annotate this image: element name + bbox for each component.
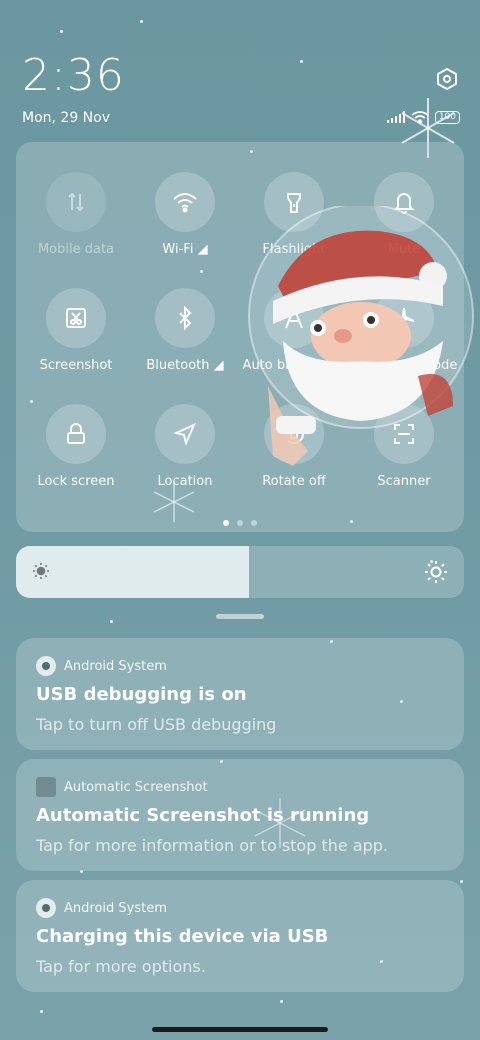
- tile-mobile-data[interactable]: Mobile data: [21, 172, 131, 257]
- date[interactable]: Mon, 29 Nov: [22, 110, 110, 126]
- notification-automatic-screenshot[interactable]: Automatic Screenshot Automatic Screensho…: [16, 759, 464, 871]
- panel-drag-handle[interactable]: [216, 614, 264, 619]
- tile-label: Screenshot: [39, 358, 113, 373]
- status-bar: 100: [386, 110, 460, 124]
- notification-title: Automatic Screenshot is running: [36, 805, 370, 826]
- notification-charging-usb[interactable]: Android System Charging this device via …: [16, 880, 464, 992]
- mobile-data-icon: [68, 192, 84, 212]
- signal-icon: [386, 111, 405, 123]
- notification-body: Tap for more options.: [36, 957, 206, 976]
- tile-label: Mobile data: [37, 242, 115, 257]
- notification-app-name: Automatic Screenshot: [64, 779, 208, 795]
- lock-icon: [67, 423, 85, 444]
- bluetooth-icon: [179, 306, 192, 330]
- tile-location[interactable]: Location: [130, 404, 240, 489]
- notification-title: Charging this device via USB: [36, 926, 329, 947]
- tile-screenshot[interactable]: Screenshot: [21, 288, 131, 373]
- page-indicator: [16, 520, 464, 526]
- app-square-icon: [36, 777, 56, 797]
- tile-label: Lock screen: [37, 474, 115, 489]
- wifi-status-icon: [411, 111, 429, 124]
- tile-label: Bluetooth ◢: [146, 358, 224, 373]
- battery-indicator: 100: [434, 110, 460, 124]
- tile-wifi[interactable]: Wi-Fi ◢: [130, 172, 240, 257]
- tile-label: Wi-Fi ◢: [162, 242, 208, 257]
- tile-label: Scanner: [377, 474, 431, 489]
- tile-bluetooth[interactable]: Bluetooth ◢: [130, 288, 240, 373]
- notification-usb-debugging[interactable]: Android System USB debugging is on Tap t…: [16, 638, 464, 750]
- tile-label: Location: [157, 474, 213, 489]
- notification-app-name: Android System: [64, 900, 167, 916]
- home-indicator[interactable]: [152, 1027, 328, 1032]
- notification-title: USB debugging is on: [36, 684, 247, 705]
- scissors-icon: [66, 308, 86, 328]
- tile-lock-screen[interactable]: Lock screen: [21, 404, 131, 489]
- clock[interactable]: 2:36: [22, 50, 125, 101]
- location-icon: [174, 423, 196, 445]
- brightness-fill: [16, 546, 249, 598]
- wifi-icon: [173, 193, 197, 213]
- notification-body: Tap for more information or to stop the …: [36, 836, 389, 855]
- android-system-icon: [36, 656, 56, 676]
- notification-body: Tap to turn off USB debugging: [36, 715, 277, 734]
- brightness-low-icon: [33, 563, 49, 579]
- brightness-high-icon: [425, 561, 447, 583]
- settings-icon[interactable]: [434, 66, 460, 92]
- tile-label: Rotate off: [262, 474, 326, 489]
- notification-app-name: Android System: [64, 658, 167, 674]
- santa-decoration: [248, 206, 474, 466]
- android-system-icon: [36, 898, 56, 918]
- brightness-slider[interactable]: [16, 546, 464, 598]
